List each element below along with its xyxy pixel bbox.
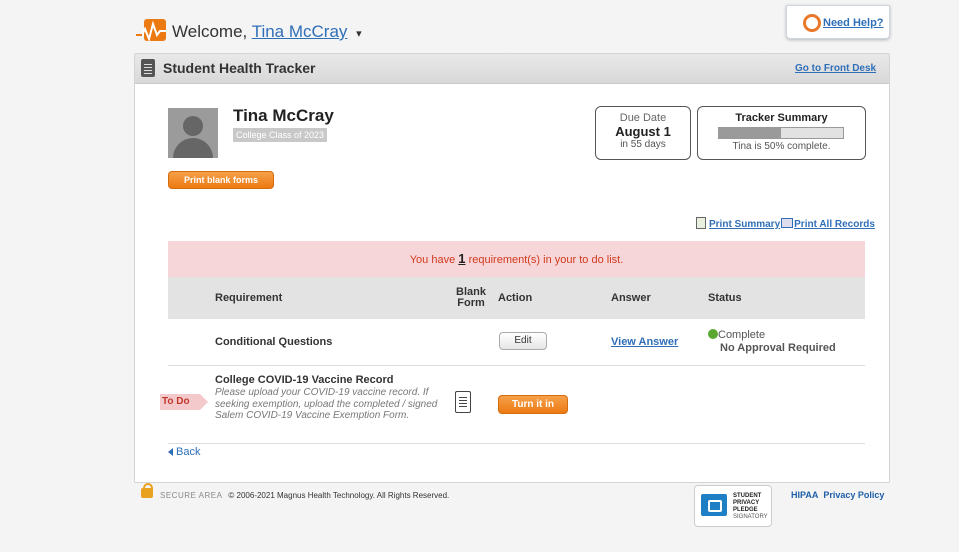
header-blank-form: Blank Form (456, 286, 486, 309)
edit-button[interactable]: Edit (499, 332, 547, 350)
form-icon[interactable] (455, 391, 471, 413)
tracker-summary-box: Tracker Summary Tina is 50% complete. (697, 106, 866, 160)
todo-alert: You have 1 requirement(s) in your to do … (168, 241, 865, 277)
due-days-remaining: in 55 days (620, 139, 666, 150)
print-links: Print Summary Print All Records (696, 217, 875, 230)
view-answer-link[interactable]: View Answer (611, 336, 678, 348)
table-row: Conditional Questions Edit View Answer C… (168, 319, 865, 366)
clipboard-icon (141, 59, 155, 77)
due-date-box: Due Date August 1 in 55 days (595, 106, 691, 160)
copyright-text: © 2006-2021 Magnus Health Technology. Al… (228, 491, 450, 500)
header-answer: Answer (611, 292, 651, 304)
welcome-label: Welcome, (172, 22, 248, 41)
due-date-value: August 1 (615, 124, 671, 139)
magnus-logo-icon (136, 19, 166, 43)
header-requirement: Requirement (215, 292, 283, 304)
due-date-label: Due Date (619, 112, 667, 124)
print-all-records-link[interactable]: Print All Records (794, 219, 875, 230)
status-approval: No Approval Required (720, 342, 836, 354)
welcome-greeting: Welcome, Tina McCray ▾ (172, 22, 362, 42)
footer-copyright: SECURE AREA © 2006-2021 Magnus Health Tec… (160, 491, 449, 500)
footer-links: HIPAA Privacy Policy (791, 490, 884, 500)
requirement-description: Please upload your COVID-19 vaccine reco… (215, 387, 438, 421)
class-year-tag: College Class of 2023 (233, 128, 328, 142)
alert-prefix: You have (409, 254, 456, 266)
tracker-summary-title: Tracker Summary (735, 112, 828, 124)
lifering-icon (803, 14, 821, 32)
status-complete: Complete (708, 329, 765, 341)
panel-title: Student Health Tracker (163, 60, 316, 76)
hipaa-link[interactable]: HIPAA (791, 490, 818, 500)
back-link[interactable]: Back (168, 446, 200, 458)
alert-suffix: requirement(s) in your to do list. (468, 254, 624, 266)
turn-it-in-button[interactable]: Turn it in (498, 395, 568, 414)
print-blank-forms-button[interactable]: Print blank forms (168, 171, 274, 189)
caret-down-icon[interactable]: ▾ (356, 28, 362, 40)
requirement-name: Conditional Questions (215, 336, 333, 348)
need-help-link[interactable]: Need Help? (823, 17, 884, 29)
privacy-policy-link[interactable]: Privacy Policy (823, 490, 884, 500)
header-action: Action (498, 292, 533, 304)
lock-icon (141, 483, 153, 498)
table-header: Requirement Blank Form Action Answer Stat… (168, 277, 865, 319)
secure-area-label: SECURE AREA (160, 491, 223, 500)
todo-badge: To Do (160, 394, 208, 410)
back-arrow-icon (168, 448, 173, 456)
document-icon (696, 217, 706, 229)
tracker-summary-text: Tina is 50% complete. (732, 141, 831, 152)
requirement-name: College COVID-19 Vaccine Record (215, 374, 394, 386)
avatar-icon (168, 108, 218, 158)
need-help-box[interactable]: Need Help? (786, 5, 890, 39)
student-name: Tina McCray (233, 106, 334, 125)
check-circle-icon (708, 329, 718, 339)
alert-count[interactable]: 1 (458, 251, 465, 266)
printer-icon (781, 218, 794, 228)
progress-fill (719, 128, 781, 138)
panel-header: Student Health Tracker Go to Front Desk (135, 54, 889, 84)
header-status: Status (708, 292, 742, 304)
print-summary-link[interactable]: Print Summary (709, 219, 780, 230)
pledge-badge-icon[interactable]: STUDENT PRIVACY PLEDGE SIGNATORY (694, 485, 772, 527)
front-desk-link[interactable]: Go to Front Desk (795, 63, 876, 74)
user-name-link[interactable]: Tina McCray (252, 22, 348, 41)
progress-bar (718, 127, 844, 139)
